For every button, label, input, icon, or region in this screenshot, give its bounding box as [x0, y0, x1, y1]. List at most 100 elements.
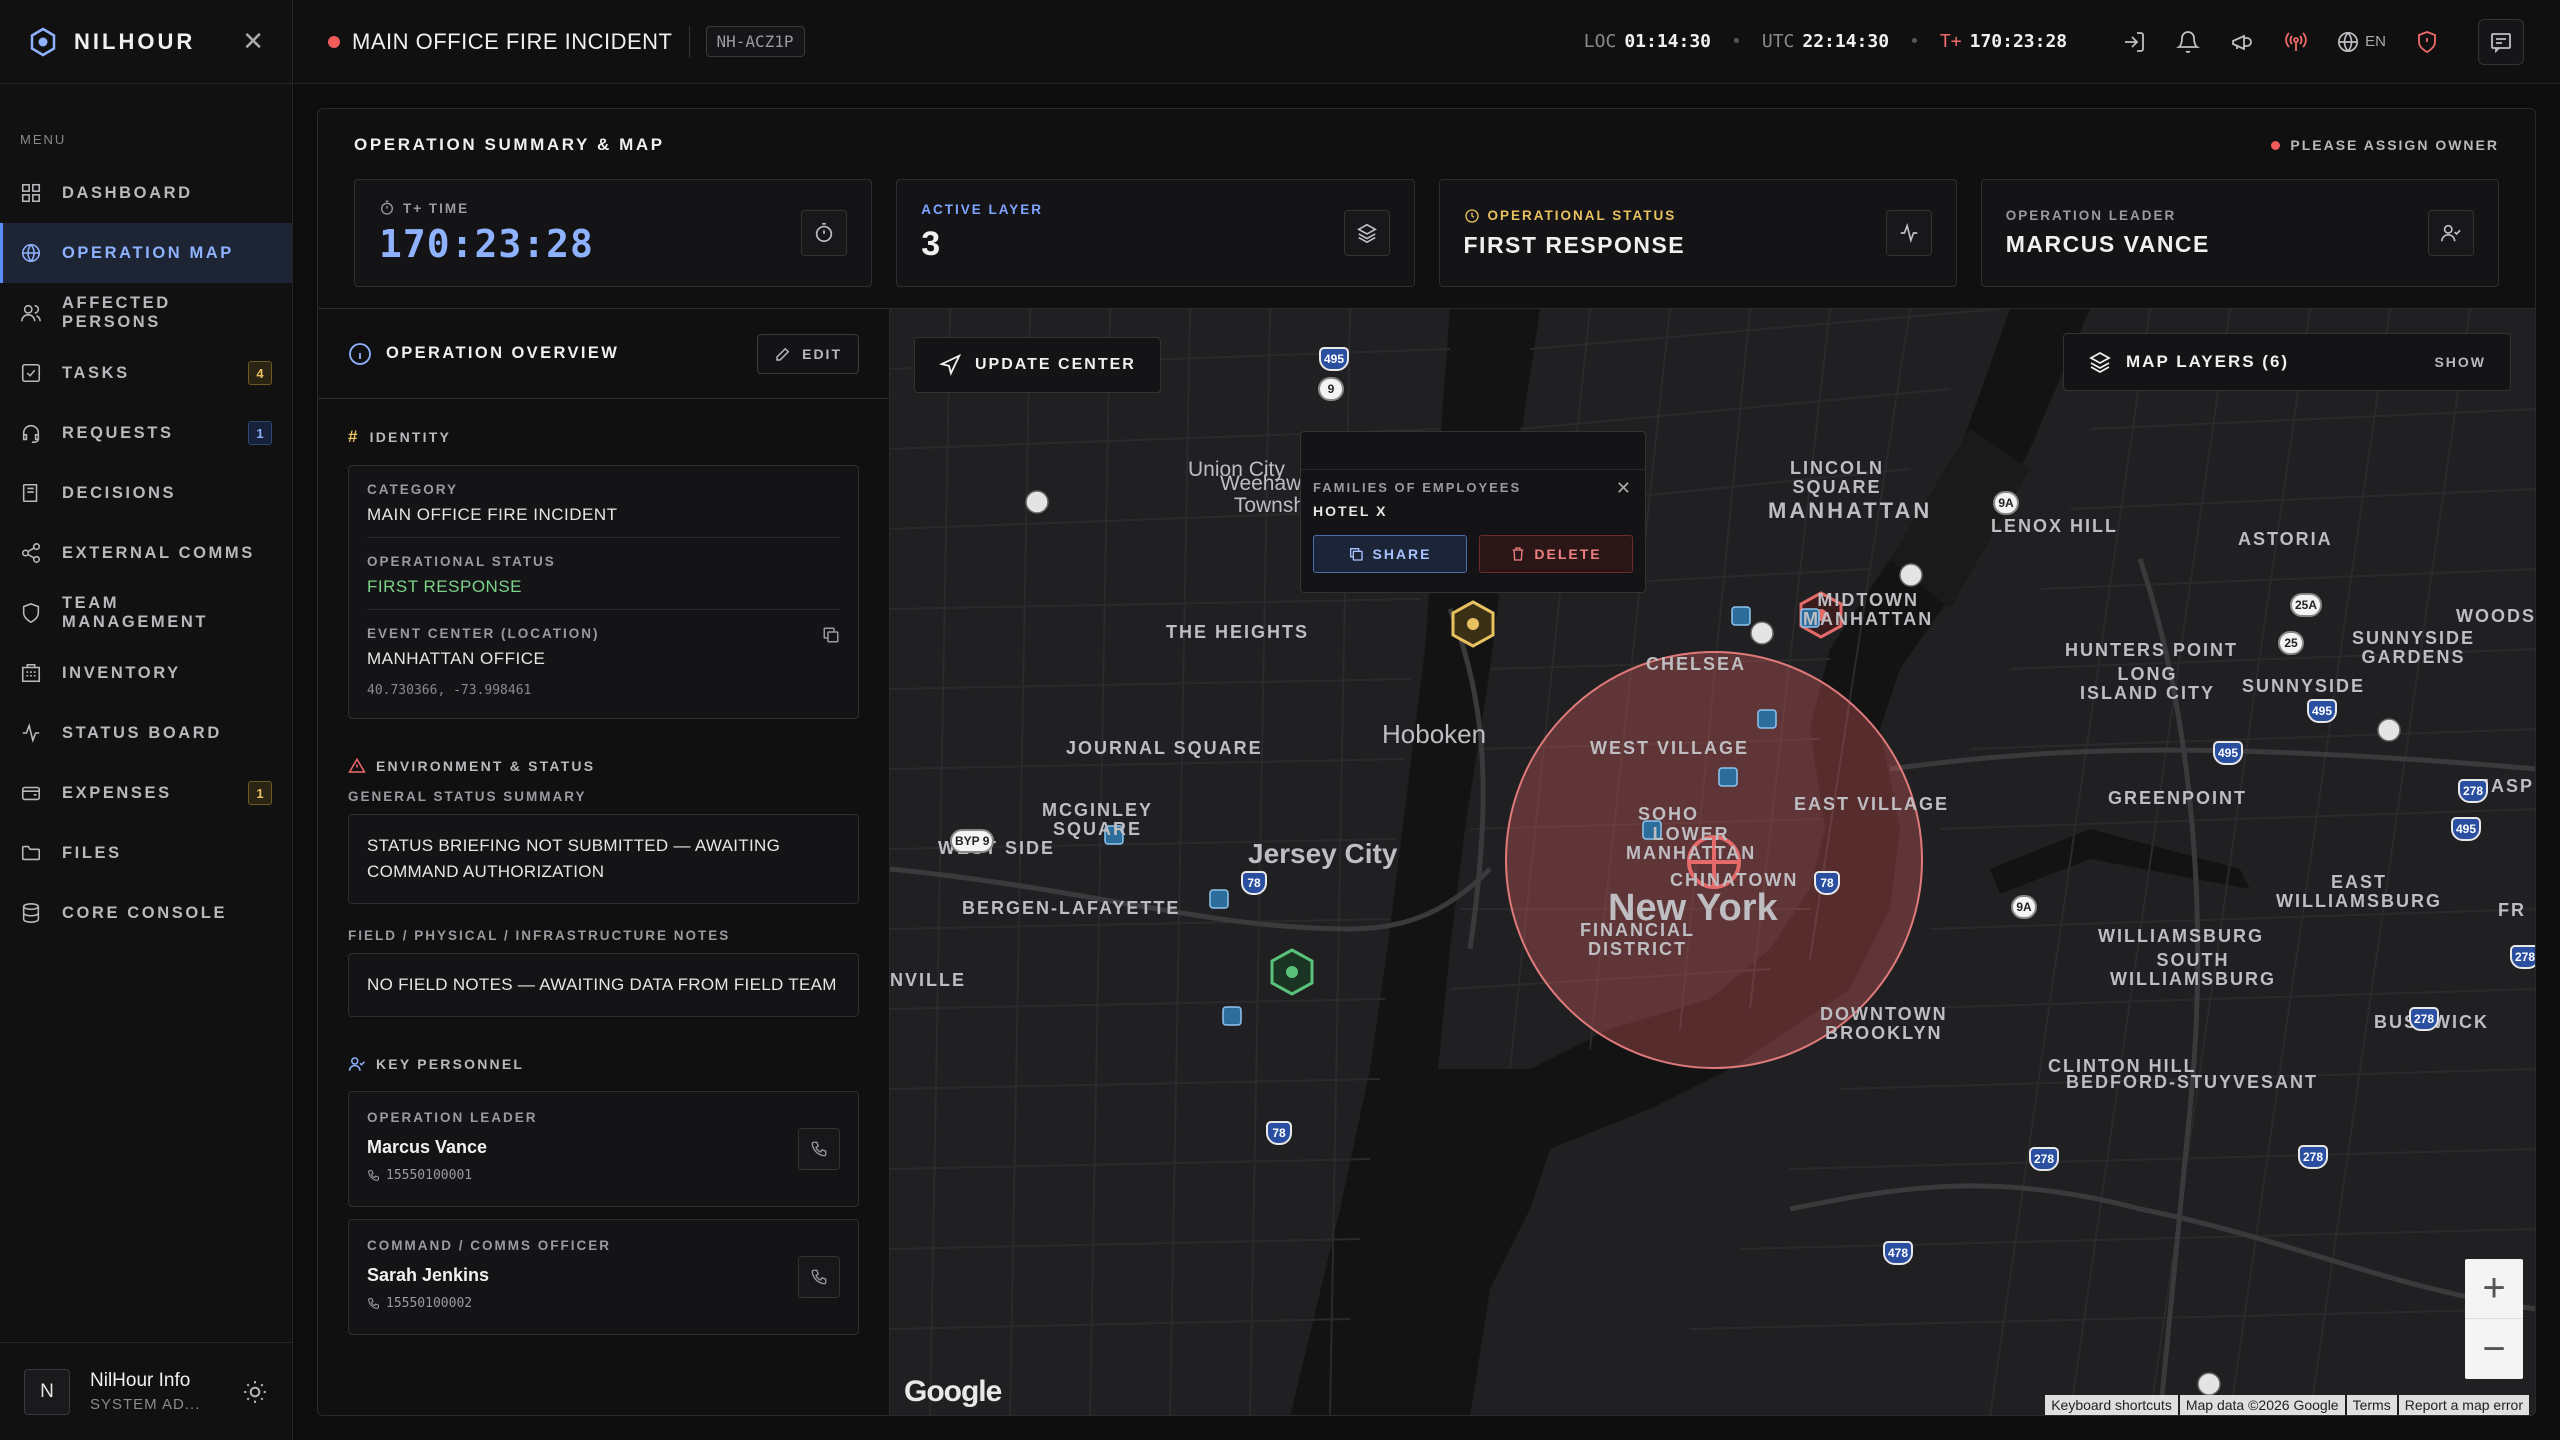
shield-alert-icon[interactable]	[2414, 29, 2440, 55]
assign-owner-link[interactable]: PLEASE ASSIGN OWNER	[2271, 137, 2499, 153]
phone-icon	[368, 1298, 379, 1309]
highway-shield: 78	[1241, 871, 1267, 895]
sidebar-item-operation-map[interactable]: OPERATION MAP	[0, 223, 292, 283]
user-role: SYSTEM AD...	[90, 1396, 201, 1413]
highway-shield: 495	[2213, 741, 2244, 765]
general-status-text[interactable]: STATUS BRIEFING NOT SUBMITTED — AWAITING…	[348, 814, 859, 904]
zoom-in-button[interactable]: +	[2465, 1259, 2523, 1319]
messages-button[interactable]	[2478, 18, 2524, 65]
megaphone-icon[interactable]	[2229, 29, 2255, 55]
clocks: LOC 01:14:30 • UTC 22:14:30 • T+ 170:23:28	[1584, 31, 2067, 52]
close-popup-icon[interactable]: ✕	[1616, 478, 1631, 499]
operation-summary: OPERATION SUMMARY & MAP PLEASE ASSIGN OW…	[318, 109, 2535, 309]
sidebar: NILHOUR ✕ MENU DASHBOARD OPERATION MAP AFF…	[0, 0, 293, 1440]
sidebar-item-label: EXPENSES	[62, 783, 172, 802]
close-sidebar-icon[interactable]: ✕	[242, 26, 264, 57]
highway-shield: 278	[2409, 1007, 2440, 1031]
sidebar-item-inventory[interactable]: INVENTORY	[0, 643, 292, 703]
alert-dot	[2271, 140, 2281, 150]
warning-icon	[348, 757, 366, 773]
personnel-phone: 15550100002	[367, 1296, 840, 1311]
sidebar-item-label: DASHBOARD	[62, 183, 193, 202]
sidebar-item-core-console[interactable]: CORE CONSOLE	[0, 883, 292, 943]
share-label: SHARE	[1372, 546, 1432, 562]
language-selector[interactable]: EN	[2337, 31, 2386, 53]
bullet: •	[1909, 31, 1920, 52]
copy-icon	[1350, 548, 1364, 561]
sidebar-item-affected-persons[interactable]: AFFECTED PERSONS	[0, 283, 292, 343]
sidebar-item-dashboard[interactable]: DASHBOARD	[0, 163, 292, 223]
trash-icon	[1513, 547, 1524, 561]
map-label-williamsburg: WILLIAMSBURG	[2098, 926, 2264, 946]
broadcast-icon[interactable]	[2283, 29, 2309, 55]
activity-button[interactable]	[1885, 210, 1932, 256]
personnel-role: OPERATION LEADER	[367, 1110, 538, 1125]
show-layers-button[interactable]: SHOW	[2434, 354, 2486, 370]
menu-label: MENU	[20, 132, 67, 147]
sidebar-item-requests[interactable]: REQUESTS 1	[0, 403, 292, 463]
operational-status-card: OPERATIONAL STATUS FIRST RESPONSE	[1438, 179, 1957, 287]
layers-icon	[1356, 223, 1377, 244]
sidebar-item-external-comms[interactable]: EXTERNAL COMMS	[0, 523, 292, 583]
copy-icon[interactable]	[822, 626, 840, 649]
map-label-fr: FR	[2498, 900, 2526, 920]
update-center-label: UPDATE CENTER	[975, 356, 1136, 373]
sidebar-item-team-management[interactable]: TEAM MANAGEMENT	[0, 583, 292, 643]
zoom-out-button[interactable]: −	[2465, 1319, 2523, 1379]
sidebar-item-expenses[interactable]: EXPENSES 1	[0, 763, 292, 823]
overview-title: OPERATION OVERVIEW	[386, 344, 620, 362]
shield-icon	[22, 603, 40, 624]
personnel-section-title: KEY PERSONNEL	[348, 1055, 859, 1073]
highway-shield: 9	[1318, 377, 1344, 401]
map-label-hoboken: Hoboken	[1382, 719, 1487, 749]
attribution-link[interactable]: Report a map error	[2398, 1395, 2529, 1415]
attribution-link[interactable]: Map data ©2026 Google	[2179, 1395, 2345, 1415]
t-plus-card: T+ TIME 170:23:28	[354, 179, 873, 287]
delete-button[interactable]: DELETE	[1479, 535, 1633, 573]
edit-button[interactable]: EDIT	[757, 333, 859, 374]
database-icon	[22, 903, 40, 923]
event-center-coords: 40.730366, -73.998461	[367, 683, 532, 698]
loc-time: 01:14:30	[1624, 31, 1712, 52]
map-label-manhattan: MANHATTAN	[1768, 498, 1933, 523]
language-code: EN	[2365, 33, 2386, 50]
phone-number: 15550100001	[386, 1168, 473, 1183]
call-button[interactable]	[798, 1256, 840, 1298]
sun-icon[interactable]	[242, 1379, 268, 1405]
map-label-midtown: MIDTOWN MANHATTAN	[1803, 590, 1934, 629]
attribution-link[interactable]: Terms	[2346, 1395, 2397, 1415]
operation-map[interactable]: Union City Weehawken Township MANHATTAN LIN…	[890, 309, 2535, 1415]
attribution-link[interactable]: Keyboard shortcuts	[2045, 1395, 2178, 1415]
personnel-title: KEY PERSONNEL	[376, 1056, 525, 1072]
sidebar-item-label: STATUS BOARD	[62, 723, 222, 742]
sidebar-item-files[interactable]: FILES	[0, 823, 292, 883]
highway-shield: 78	[1266, 1121, 1292, 1145]
headset-icon	[22, 424, 40, 443]
phone-icon	[368, 1170, 379, 1181]
environment-section-title: ENVIRONMENT & STATUS	[348, 757, 859, 775]
timer-button[interactable]	[801, 210, 848, 256]
tplus-label: T+	[1939, 31, 1962, 52]
assign-leader-button[interactable]	[2428, 210, 2474, 256]
map-label-astoria: ASTORIA	[2238, 529, 2333, 549]
layers-button[interactable]	[1343, 210, 1390, 256]
building-icon	[21, 663, 41, 683]
sidebar-item-label: DECISIONS	[62, 483, 177, 502]
sidebar-item-tasks[interactable]: TASKS 4	[0, 343, 292, 403]
general-status-label: GENERAL STATUS SUMMARY	[348, 789, 587, 804]
sidebar-item-decisions[interactable]: DECISIONS	[0, 463, 292, 523]
field-notes-label: FIELD / PHYSICAL / INFRASTRUCTURE NOTES	[348, 928, 731, 943]
share-button[interactable]: SHARE	[1313, 535, 1467, 573]
map-layers-label: MAP LAYERS (6)	[2126, 352, 2290, 371]
call-button[interactable]	[798, 1128, 840, 1170]
map-layers-panel[interactable]: MAP LAYERS (6) SHOW	[2063, 333, 2511, 391]
update-center-button[interactable]: UPDATE CENTER	[914, 337, 1161, 393]
info-icon	[349, 342, 371, 365]
field-notes-text[interactable]: NO FIELD NOTES — AWAITING DATA FROM FIEL…	[348, 953, 859, 1017]
identity-title: IDENTITY	[369, 429, 452, 445]
bell-icon[interactable]	[2175, 29, 2201, 55]
sidebar-item-status-board[interactable]: STATUS BOARD	[0, 703, 292, 763]
login-icon[interactable]	[2121, 29, 2147, 55]
map-label-west-village: WEST VILLAGE	[1590, 738, 1749, 758]
user-profile[interactable]: N NilHour Info SYSTEM AD...	[0, 1342, 292, 1440]
